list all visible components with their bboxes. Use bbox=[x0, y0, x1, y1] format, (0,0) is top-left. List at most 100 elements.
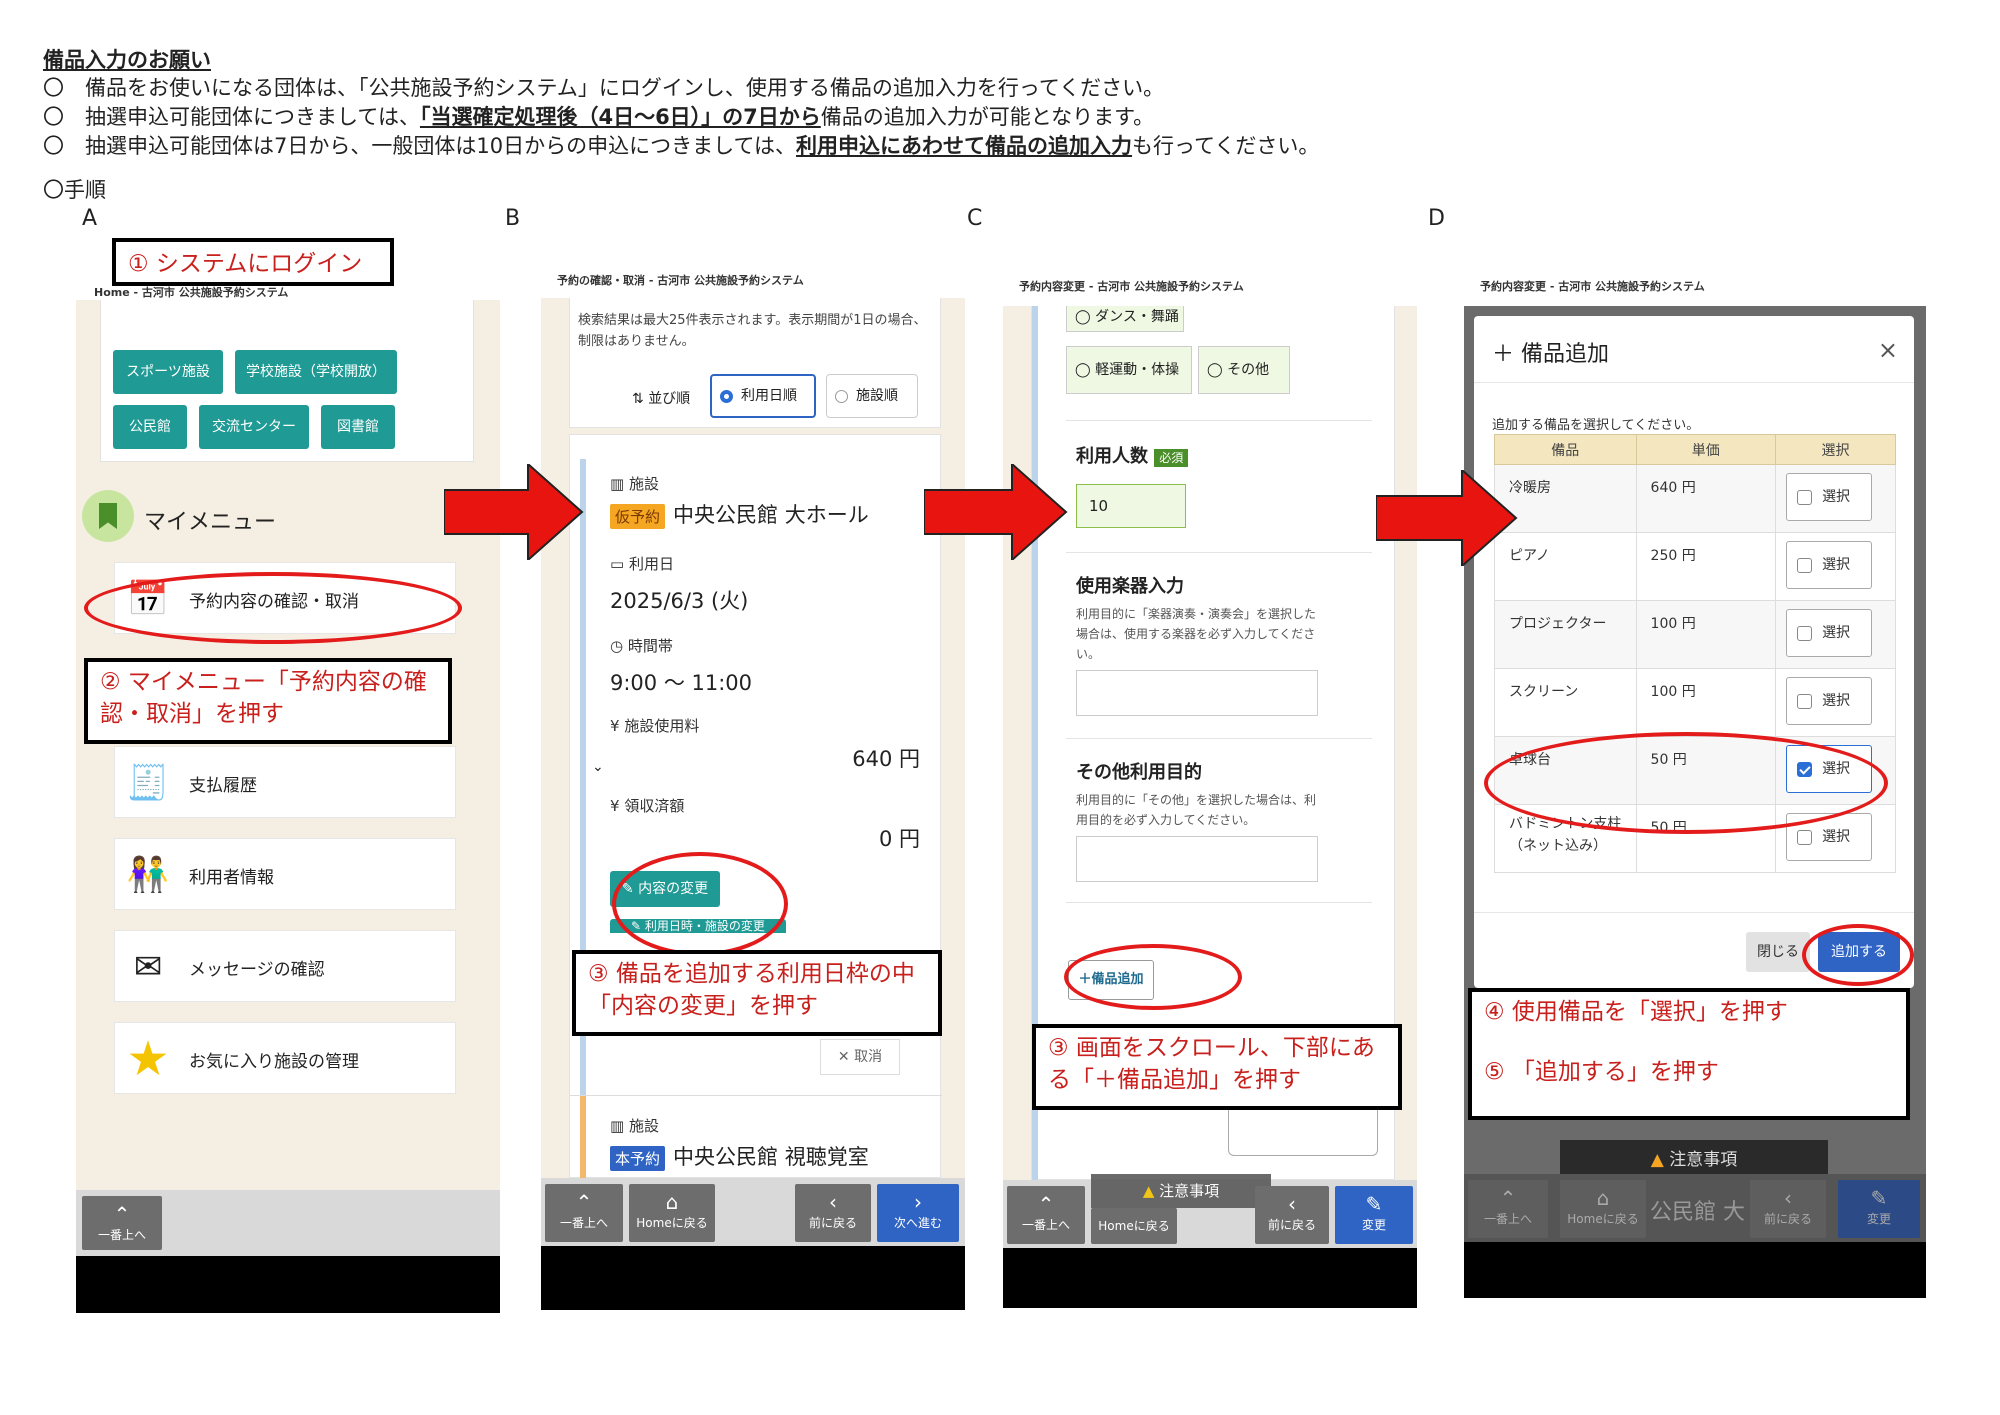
purpose-dance[interactable]: ◯ ダンス・舞踊 bbox=[1066, 306, 1184, 332]
instrument-input[interactable] bbox=[1076, 670, 1318, 716]
home-icon: ⌂ bbox=[665, 1190, 679, 1214]
status-stripe-orange bbox=[580, 1095, 586, 1178]
divider bbox=[1474, 912, 1914, 913]
divider bbox=[1066, 902, 1372, 903]
phone-c-title: 予約内容変更 - 古河市 公共施設予約システム bbox=[1019, 280, 1244, 293]
chevron-left-icon: ‹ bbox=[1288, 1192, 1296, 1216]
warning-icon: ▲ bbox=[1650, 1150, 1664, 1170]
reservation-date: 2025/6/3 (火) bbox=[610, 589, 749, 613]
label-time: ◷ 時間帯 bbox=[610, 637, 673, 655]
purpose-other[interactable]: ◯ その他 bbox=[1198, 346, 1290, 394]
cancel-button[interactable]: ✕ 取消 bbox=[820, 1039, 900, 1075]
submit-change-button[interactable]: ✎ 変更 bbox=[1838, 1180, 1920, 1238]
scroll-top-button[interactable]: ⌃ 一番上へ bbox=[545, 1184, 623, 1242]
star-icon: ★ bbox=[126, 1031, 170, 1087]
bottom-nav-d: ⌃ 一番上へ ⌂ Homeに戻る 公民館 大 ‹ 前に戻る ✎ 変更 bbox=[1464, 1174, 1926, 1242]
checkbox[interactable] bbox=[1797, 625, 1813, 641]
tag-kominkan[interactable]: 公民館 bbox=[113, 405, 187, 449]
double-chevron-up-icon: ⌃ bbox=[1037, 1192, 1055, 1216]
checkbox[interactable] bbox=[1797, 557, 1813, 573]
notice-tab[interactable]: ▲ 注意事項 bbox=[1560, 1140, 1828, 1174]
tag-library[interactable]: 図書館 bbox=[321, 405, 395, 449]
column-label-c: C bbox=[967, 206, 983, 231]
scroll-top-button[interactable]: ⌃ 一番上へ bbox=[1007, 1186, 1085, 1244]
users-input[interactable]: 10 bbox=[1076, 484, 1186, 528]
sort-by-date-radio[interactable]: 利用日順 bbox=[710, 374, 816, 418]
table-row: プロジェクター 100 円 選択 bbox=[1494, 600, 1896, 669]
select-button[interactable]: 選択 bbox=[1786, 473, 1873, 521]
select-button[interactable]: 選択 bbox=[1786, 541, 1873, 589]
item-price: 250 円 bbox=[1635, 532, 1777, 601]
intro: 備品入力のお願い 〇 備品をお使いになる団体は、「公共施設予約システム」にログイ… bbox=[43, 46, 1943, 161]
notice-tab[interactable]: ▲ 注意事項 bbox=[1091, 1174, 1271, 1208]
facility-1: 仮予約 中央公民館 大ホール bbox=[610, 499, 869, 529]
bookmark-icon bbox=[82, 490, 134, 542]
callout-step-1: ① システムにログイン bbox=[112, 238, 394, 286]
chevron-down-icon[interactable]: ⌄ bbox=[592, 759, 604, 775]
fee-amount: 640 円 bbox=[852, 747, 920, 771]
checkbox[interactable] bbox=[1797, 489, 1813, 505]
intro-title: 備品入力のお願い bbox=[43, 48, 211, 72]
close-icon[interactable]: × bbox=[1878, 336, 1898, 364]
home-icon: ⌂ bbox=[1596, 1186, 1610, 1210]
users-icon: 👫 bbox=[126, 855, 170, 895]
home-button[interactable]: Homeに戻る bbox=[1091, 1208, 1177, 1244]
item-name: プロジェクター bbox=[1494, 600, 1637, 669]
back-button[interactable]: ‹ 前に戻る bbox=[795, 1184, 871, 1242]
callout-step-4: ④ 使用備品を「選択」を押す bbox=[1484, 999, 1788, 1025]
item-price: 100 円 bbox=[1635, 600, 1777, 669]
home-button[interactable]: ⌂ Homeに戻る bbox=[629, 1184, 715, 1242]
warning-icon: ▲ bbox=[1142, 1182, 1155, 1200]
menu-item-favorites[interactable]: ★ お気に入り施設の管理 bbox=[114, 1022, 456, 1094]
menu-item-messages[interactable]: ✉ メッセージの確認 bbox=[114, 930, 456, 1002]
tag-koryu[interactable]: 交流センター bbox=[199, 405, 309, 449]
users-label: 利用人数 必須 bbox=[1076, 442, 1189, 468]
divider bbox=[1066, 420, 1372, 421]
back-button[interactable]: ‹ 前に戻る bbox=[1255, 1186, 1329, 1244]
required-badge: 必須 bbox=[1154, 449, 1189, 467]
received-amount: 0 円 bbox=[878, 827, 920, 851]
scroll-top-button[interactable]: ⌃ 一番上へ bbox=[1468, 1180, 1548, 1238]
next-button[interactable]: › 次へ進む bbox=[877, 1184, 959, 1242]
select-button[interactable]: 選択 bbox=[1786, 609, 1873, 657]
scroll-top-button[interactable]: ⌃ 一番上へ bbox=[82, 1196, 162, 1250]
facility-2: 本予約 中央公民館 視聴覚室 bbox=[610, 1141, 869, 1171]
divider bbox=[570, 1095, 942, 1096]
submit-change-button[interactable]: ✎ 変更 bbox=[1335, 1186, 1413, 1244]
sort-by-facility-radio[interactable]: 施設順 bbox=[826, 374, 918, 418]
menu-item-user-info[interactable]: 👫 利用者情報 bbox=[114, 838, 456, 910]
label-facility: ▥ 施設 bbox=[610, 475, 659, 493]
black-bar bbox=[1464, 1242, 1926, 1298]
other-purpose-input[interactable] bbox=[1076, 836, 1318, 882]
item-price: 100 円 bbox=[1635, 668, 1777, 737]
arrow-right-icon bbox=[924, 464, 1068, 560]
highlight-ellipse bbox=[1064, 944, 1242, 1010]
header-item: 備品 bbox=[1494, 434, 1637, 465]
envelope-icon: ✉ bbox=[133, 947, 163, 987]
pencil-icon: ✎ bbox=[1365, 1192, 1383, 1216]
tag-sports[interactable]: スポーツ施設 bbox=[113, 350, 223, 394]
item-price: 640 円 bbox=[1635, 464, 1777, 533]
close-button[interactable]: 閉じる bbox=[1746, 932, 1810, 972]
chevron-right-icon: › bbox=[914, 1190, 922, 1214]
callout-step-4-5: ④ 使用備品を「選択」を押す ⑤ 「追加する」を押す bbox=[1468, 988, 1910, 1120]
menu-item-payment-history[interactable]: 🧾 支払履歴 bbox=[114, 746, 456, 818]
label-facility-2: ▥ 施設 bbox=[610, 1117, 659, 1135]
steps-label: 〇手順 bbox=[43, 178, 106, 202]
phone-c: 予約内容変更 - 古河市 公共施設予約システム ◯ ダンス・舞踊 ◯ 軽運動・体… bbox=[1003, 276, 1417, 1308]
checkbox[interactable] bbox=[1797, 829, 1813, 845]
instrument-help: 利用目的に「楽器演奏・演奏会」を選択した場合は、使用する楽器を必ず入力してくださ… bbox=[1076, 607, 1317, 661]
purpose-exercise[interactable]: ◯ 軽運動・体操 bbox=[1066, 346, 1192, 394]
table-row: ピアノ 250 円 選択 bbox=[1494, 532, 1896, 601]
intro-line-3: 〇 抽選申込可能団体は7日から、一般団体は10日からの申込につきましては、利用申… bbox=[43, 134, 1320, 158]
reservation-list: ▥ 施設 仮予約 中央公民館 大ホール ▭ 利用日 2025/6/3 (火) ◷ … bbox=[569, 434, 942, 1178]
back-button[interactable]: ‹ 前に戻る bbox=[1750, 1180, 1826, 1238]
tag-school[interactable]: 学校施設（学校開放） bbox=[235, 350, 397, 394]
checkbox[interactable] bbox=[1797, 693, 1813, 709]
home-button[interactable]: ⌂ Homeに戻る bbox=[1560, 1180, 1646, 1238]
callout-step-3c: ③ 画面をスクロール、下部にある「＋備品追加」を押す bbox=[1032, 1024, 1402, 1110]
intro-line-1: 〇 備品をお使いになる団体は、「公共施設予約システム」にログインし、使用する備品… bbox=[43, 76, 1165, 100]
select-button[interactable]: 選択 bbox=[1786, 677, 1873, 725]
category-card: スポーツ施設 学校施設（学校開放） 公民館 交流センター 図書館 bbox=[100, 300, 474, 462]
add-equipment-modal: ＋ 備品追加 × 追加する備品を選択してください。 備品 単価 選択 冷暖房 6… bbox=[1474, 316, 1914, 988]
